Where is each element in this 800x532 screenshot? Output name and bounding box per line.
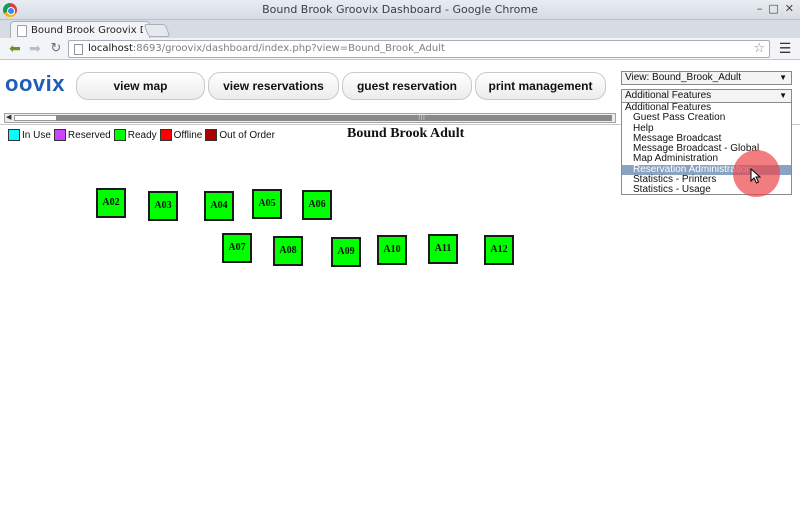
guest-reservation-button[interactable]: guest reservation xyxy=(342,72,472,100)
view-select[interactable]: View: Bound_Brook_Adult ▼ xyxy=(621,71,792,85)
legend-label: Ready xyxy=(127,129,157,141)
legend-swatch xyxy=(205,129,218,141)
legend-label: In Use xyxy=(22,129,51,141)
room-title: Bound Brook Adult xyxy=(347,126,465,141)
forward-arrow-icon[interactable]: ➡ xyxy=(27,41,43,57)
window-titlebar: Bound Brook Groovix Dashboard - Google C… xyxy=(0,0,800,20)
page-icon xyxy=(74,44,83,55)
window-title: Bound Brook Groovix Dashboard - Google C… xyxy=(262,3,538,16)
additional-features-select[interactable]: Additional Features ▼ xyxy=(621,89,792,103)
seat-a10[interactable]: A10 xyxy=(377,235,407,265)
browser-tab[interactable]: Bound Brook Groovix Dash xyxy=(10,21,150,39)
legend-item: Reserved xyxy=(53,129,111,141)
chevron-down-icon: ▼ xyxy=(779,91,787,100)
view-select-value: View: Bound_Brook_Adult xyxy=(625,72,742,83)
scroll-thumb[interactable] xyxy=(56,115,612,121)
scroll-left-icon[interactable]: ◀ xyxy=(6,113,11,121)
legend-label: Offline xyxy=(173,129,203,141)
seat-a08[interactable]: A08 xyxy=(273,236,303,266)
seat-a09[interactable]: A09 xyxy=(331,237,361,267)
legend-swatch xyxy=(113,129,126,141)
seat-a02[interactable]: A02 xyxy=(96,188,126,218)
groovix-logo: oovix xyxy=(5,71,65,96)
maximize-icon[interactable]: □ xyxy=(768,2,778,15)
legend-item: Offline xyxy=(159,129,203,141)
mouse-pointer-icon xyxy=(750,168,762,184)
features-select-value: Additional Features xyxy=(625,90,712,101)
legend-label: Out of Order xyxy=(219,129,275,141)
new-tab-button[interactable] xyxy=(143,24,171,37)
tab-title: Bound Brook Groovix Dash xyxy=(31,25,143,36)
reload-icon[interactable]: ↻ xyxy=(48,41,64,57)
browser-toolbar: ⬅ ➡ ↻ localhost:8693/groovix/dashboard/i… xyxy=(0,38,800,60)
seat-a07[interactable]: A07 xyxy=(222,233,252,263)
window-controls: – □ ✕ xyxy=(757,2,794,15)
menu-icon[interactable]: ☰ xyxy=(777,41,793,57)
close-icon[interactable]: ✕ xyxy=(785,2,794,15)
chevron-down-icon: ▼ xyxy=(779,73,787,82)
legend-swatch xyxy=(53,129,66,141)
address-bar[interactable]: localhost:8693/groovix/dashboard/index.p… xyxy=(68,40,770,58)
horizontal-scrollbar[interactable]: ◀ ||| xyxy=(4,112,616,123)
seat-a12[interactable]: A12 xyxy=(484,235,514,265)
legend-item: Ready xyxy=(113,129,157,141)
minimize-icon[interactable]: – xyxy=(757,2,763,15)
view-map-button[interactable]: view map xyxy=(76,72,205,100)
tab-strip: Bound Brook Groovix Dash xyxy=(0,20,800,39)
print-management-button[interactable]: print management xyxy=(475,72,606,100)
legend-item: Out of Order xyxy=(205,129,275,141)
url-host: localhost xyxy=(88,43,133,54)
bookmark-star-icon[interactable]: ☆ xyxy=(753,41,765,56)
grip-icon: ||| xyxy=(418,112,426,120)
page-icon xyxy=(17,25,27,37)
seat-a11[interactable]: A11 xyxy=(428,234,458,264)
status-legend: In Use Reserved Ready Offline Out of Ord… xyxy=(8,128,278,142)
seat-a03[interactable]: A03 xyxy=(148,191,178,221)
url-text: localhost:8693/groovix/dashboard/index.p… xyxy=(88,43,445,54)
seat-a04[interactable]: A04 xyxy=(204,191,234,221)
legend-item: In Use xyxy=(8,129,51,141)
legend-label: Reserved xyxy=(67,129,111,141)
page-content: oovix view map view reservations guest r… xyxy=(0,61,800,532)
url-path: :8693/groovix/dashboard/index.php?view=B… xyxy=(132,43,445,54)
seat-a06[interactable]: A06 xyxy=(302,190,332,220)
back-arrow-icon[interactable]: ⬅ xyxy=(7,41,23,57)
view-reservations-button[interactable]: view reservations xyxy=(208,72,339,100)
legend-swatch xyxy=(8,129,20,141)
seat-a05[interactable]: A05 xyxy=(252,189,282,219)
scroll-track[interactable] xyxy=(14,115,57,121)
legend-swatch xyxy=(159,129,172,141)
